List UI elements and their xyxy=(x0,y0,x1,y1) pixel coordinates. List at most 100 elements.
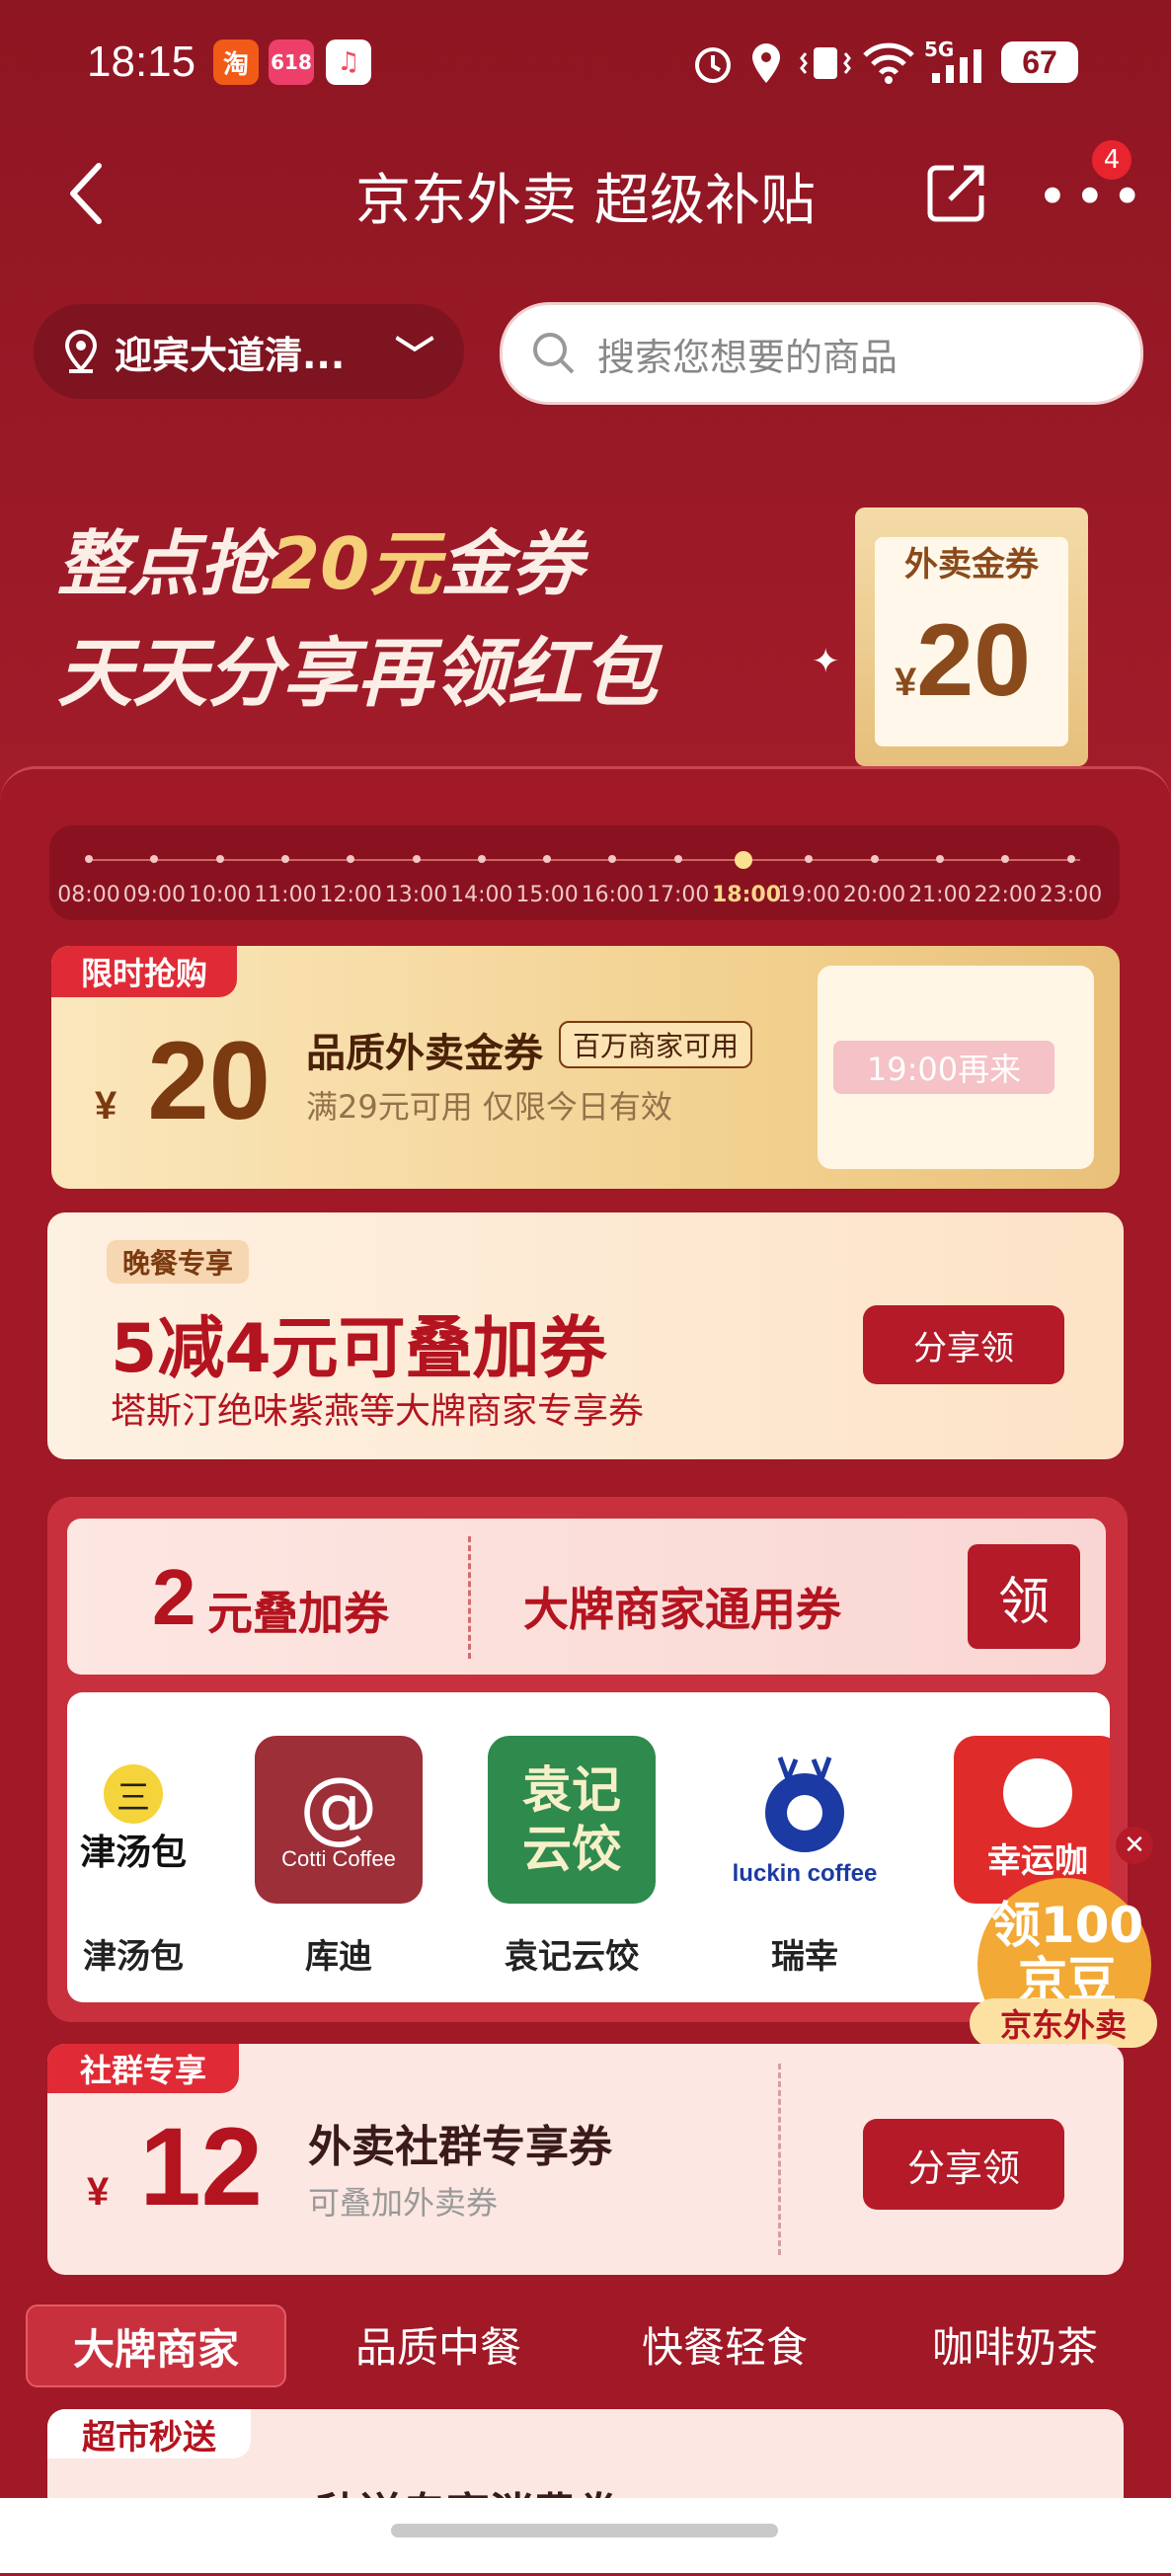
chevron-down-icon: ﹀ xyxy=(395,334,434,379)
home-indicator[interactable] xyxy=(391,2524,778,2537)
timeline-tick[interactable]: 13:00 xyxy=(385,851,448,907)
timeline-time-label: 19:00 xyxy=(777,883,840,907)
flash-pill: 百万商家可用 xyxy=(559,1021,753,1068)
flash-amount: ¥ 20 xyxy=(95,1019,271,1142)
timeline-dot xyxy=(1066,855,1075,863)
timeline-time-label: 10:00 xyxy=(188,883,252,907)
timeline-dot xyxy=(477,855,486,863)
ticket-amount: ¥20 xyxy=(895,603,1031,718)
search-placeholder: 搜索您想要的商品 xyxy=(597,335,898,379)
alarm-icon xyxy=(695,47,731,83)
sparkle-icon: ✦ xyxy=(812,642,840,681)
float-label[interactable]: 京东外卖 xyxy=(970,1998,1157,2048)
timeline-time-label: 11:00 xyxy=(254,883,317,907)
timeline-tick[interactable]: 23:00 xyxy=(1040,851,1103,907)
brand-item-luckin[interactable]: luckin coffee 瑞幸 xyxy=(721,1736,889,1978)
close-icon[interactable]: ✕ xyxy=(1116,1827,1153,1864)
618-app-icon: 618 xyxy=(269,39,314,85)
timeline-dot xyxy=(85,855,93,863)
yuanji-logo: 袁记云饺 xyxy=(488,1736,656,1904)
brand-item-yuanji[interactable]: 袁记云饺 袁记云饺 xyxy=(488,1736,656,1978)
timeline-time-label: 18:00 xyxy=(712,883,782,907)
timeline-tick[interactable]: 10:00 xyxy=(189,851,252,907)
stack-unit: 元叠加券 xyxy=(207,1587,389,1640)
dinner-title: 5减4元可叠加券 xyxy=(111,1310,607,1388)
timeline-tick[interactable]: 09:00 xyxy=(122,851,186,907)
stack-title: 大牌商家通用券 xyxy=(523,1583,841,1636)
dinner-tag: 晚餐专享 xyxy=(107,1240,250,1284)
timeline-dot xyxy=(805,855,814,863)
deer-icon xyxy=(765,1756,844,1852)
group-tag: 社群专享 xyxy=(47,2044,239,2093)
location-pin-icon xyxy=(64,329,98,373)
timeline-tick[interactable]: 11:00 xyxy=(254,851,317,907)
xingyunka-logo: 幸运咖 xyxy=(954,1736,1110,1904)
ticket-label: 外卖金券 xyxy=(904,545,1039,585)
brand-carousel[interactable]: 三 津汤包 津汤包 @ Cotti Coffee 库迪 袁记云饺 袁记云饺 lu… xyxy=(67,1692,1110,2002)
timeline-time-label: 09:00 xyxy=(122,883,186,907)
timeline-tick[interactable]: 19:00 xyxy=(777,851,840,907)
timeline-time-label: 12:00 xyxy=(319,883,382,907)
timeline-dot xyxy=(150,855,159,863)
brand-item-jintangbao[interactable]: 三 津汤包 津汤包 xyxy=(67,1736,217,1978)
timeline-time-label: 23:00 xyxy=(1039,883,1103,907)
dinner-share-button[interactable]: 分享领 xyxy=(863,1305,1064,1384)
location-selector[interactable]: 迎宾大道清... ﹀ xyxy=(34,304,464,399)
timeline-dot xyxy=(735,851,752,869)
timeline-tick[interactable]: 14:00 xyxy=(450,851,513,907)
claim-button[interactable]: 领 xyxy=(968,1544,1080,1649)
timeline-tick[interactable]: 08:00 xyxy=(57,851,120,907)
supermarket-tag: 超市秒送 xyxy=(47,2409,251,2459)
timeline-tick[interactable]: 16:00 xyxy=(581,851,644,907)
timeline-tick[interactable]: 22:00 xyxy=(974,851,1037,907)
group-amount: ¥ 12 xyxy=(87,2105,263,2228)
location-text: 迎宾大道清... xyxy=(115,333,346,377)
timeline-time-label: 20:00 xyxy=(842,883,906,907)
brand-name: 袁记云饺 xyxy=(505,1937,639,1977)
timeline-tick[interactable]: 12:00 xyxy=(319,851,382,907)
location-status-icon xyxy=(752,43,780,83)
battery-indicator: 67 xyxy=(1001,41,1078,83)
page-title: 京东外卖 超级补贴 xyxy=(355,169,816,233)
more-icon[interactable]: ••• xyxy=(1037,166,1149,228)
banner-headline: 整点抢20元金券 xyxy=(57,522,584,605)
vibrate-icon xyxy=(800,47,851,79)
dinner-subtitle: 塔斯汀绝味紫燕等大牌商家专享券 xyxy=(111,1391,645,1432)
group-subtitle: 可叠加外卖券 xyxy=(308,2184,499,2222)
come-back-button[interactable]: 19:00再来 xyxy=(833,1041,1054,1094)
timeline-tick[interactable]: 20:00 xyxy=(843,851,906,907)
timeline-dot xyxy=(347,855,355,863)
tab-quality-chinese[interactable]: 品质中餐 xyxy=(355,2314,521,2375)
timeline-tick[interactable]: 17:00 xyxy=(647,851,710,907)
brand-name: 瑞幸 xyxy=(771,1937,838,1977)
taobao-app-icon: 淘 xyxy=(213,39,259,85)
search-icon xyxy=(533,333,575,374)
share-icon[interactable] xyxy=(924,160,989,225)
timeline-tick[interactable]: 15:00 xyxy=(515,851,579,907)
timeline-time-label: 08:00 xyxy=(57,883,120,907)
timeline-dot xyxy=(215,855,224,863)
tab-brand-merchants[interactable]: 大牌商家 xyxy=(26,2304,286,2387)
timeline-tick[interactable]: 21:00 xyxy=(908,851,972,907)
status-time: 18:15 xyxy=(87,38,196,86)
timeline-time-label: 15:00 xyxy=(515,883,579,907)
brand-item-cotti[interactable]: @ Cotti Coffee 库迪 xyxy=(255,1736,423,1978)
timeline-dot xyxy=(870,855,879,863)
timeline-time-label: 16:00 xyxy=(581,883,645,907)
tab-coffee-tea[interactable]: 咖啡奶茶 xyxy=(932,2314,1098,2375)
luckin-logo: luckin coffee xyxy=(721,1736,889,1904)
music-app-icon: ♫ xyxy=(326,39,371,85)
cotti-logo: @ Cotti Coffee xyxy=(255,1736,423,1904)
flash-subtitle: 满29元可用 仅限今日有效 xyxy=(306,1088,672,1126)
brand-name: 库迪 xyxy=(305,1937,372,1977)
timeline-tick[interactable]: 18:00 xyxy=(712,851,781,907)
tab-fast-food[interactable]: 快餐轻食 xyxy=(642,2314,808,2375)
stack-amount: 2 xyxy=(152,1553,196,1641)
group-share-button[interactable]: 分享领 xyxy=(863,2119,1064,2210)
search-input[interactable]: 搜索您想要的商品 xyxy=(500,302,1143,405)
timeline-dot xyxy=(608,855,617,863)
flash-tag: 限时抢购 xyxy=(51,946,237,997)
timeline-dot xyxy=(673,855,682,863)
hour-timeline[interactable]: 08:00 09:00 10:00 11:00 12:00 13:00 14:00 15:00… xyxy=(49,825,1120,920)
group-title: 外卖社群专享券 xyxy=(308,2122,612,2172)
